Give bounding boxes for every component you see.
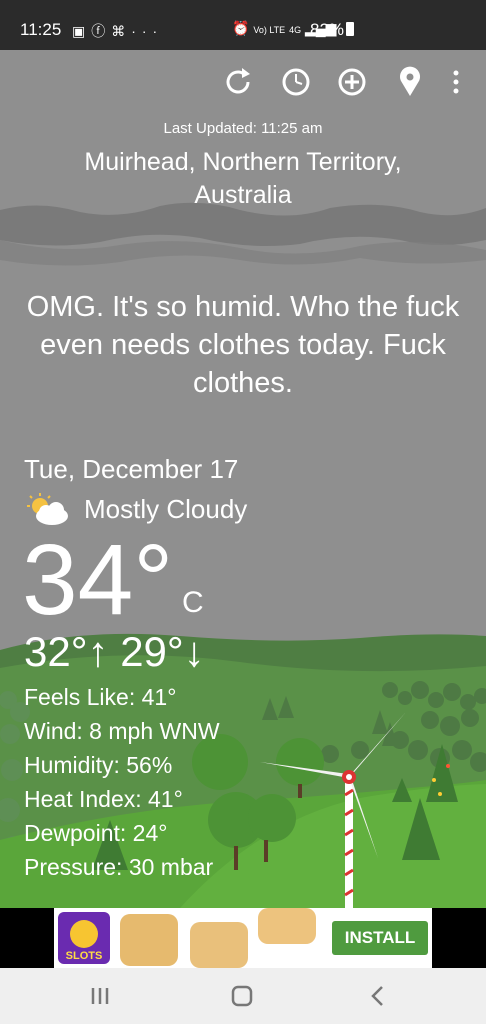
system-nav-bar xyxy=(0,968,486,1024)
last-updated: Last Updated: 11:25 am xyxy=(163,120,323,137)
dewpoint: Dewpoint: 24° xyxy=(24,820,168,846)
facebook-icon: ⓕ xyxy=(91,23,112,39)
ad-image-blur xyxy=(120,914,178,966)
arrow-up-icon: ↑ xyxy=(87,628,109,675)
arrow-down-icon: ↓ xyxy=(183,628,205,675)
ad-image-blur xyxy=(190,922,248,968)
pressure: Pressure: 30 mbar xyxy=(24,854,214,880)
current-temperature: 34° xyxy=(22,524,174,636)
status-time: 11:25 xyxy=(20,20,62,39)
history-icon[interactable] xyxy=(278,64,314,100)
4g-icon: 4G xyxy=(289,25,302,35)
battery-icon xyxy=(346,22,354,36)
high-low-row: 32°↑ 29°↓ xyxy=(24,628,205,676)
heat-index: Heat Index: 41° xyxy=(24,786,183,812)
condition-label: Mostly Cloudy xyxy=(84,494,248,524)
volte-icon: Vo) LTE xyxy=(253,25,286,35)
image-icon: ▣ xyxy=(72,23,92,39)
alarm-icon: ⏰ xyxy=(232,20,250,36)
more-icon: ··· xyxy=(131,23,164,39)
add-location-icon[interactable] xyxy=(334,64,370,100)
battery-percent: 82% xyxy=(310,20,345,39)
recent-apps-icon[interactable] xyxy=(80,982,120,1010)
ad-content[interactable]: SLOTS INSTALL xyxy=(54,908,432,968)
slots-label: SLOTS xyxy=(65,950,103,962)
weather-scene: Last Updated: 11:25 am Muirhead, Norther… xyxy=(0,50,486,908)
home-icon[interactable] xyxy=(222,982,262,1010)
status-bar: 11:25 ▣ⓕ⌘··· ⏰ Vo) LTE 4G ▂▄▆ 82% xyxy=(0,0,486,50)
slots-app-icon[interactable]: SLOTS xyxy=(58,912,110,964)
forecast-date: Tue, December 17 xyxy=(24,454,239,484)
install-button[interactable]: INSTALL xyxy=(332,921,428,955)
humidity: Humidity: 56% xyxy=(24,752,173,778)
high-temp: 32° xyxy=(24,628,88,675)
ad-banner: SLOTS INSTALL xyxy=(0,908,486,968)
partly-cloudy-icon xyxy=(27,493,68,525)
location-name[interactable]: Muirhead, Northern Territory, Australia xyxy=(40,146,446,212)
feels-like: Feels Like: 41° xyxy=(24,684,177,710)
low-temp: 29° xyxy=(120,628,184,675)
ad-image-blur xyxy=(258,908,316,944)
ticket-icon: ⌘ xyxy=(111,23,132,39)
weather-quip: OMG. It's so humid. Who the fuck even ne… xyxy=(26,291,460,399)
temperature-unit: C xyxy=(182,586,204,619)
toolbar xyxy=(220,64,486,100)
back-icon[interactable] xyxy=(358,982,398,1010)
status-notification-icons: ▣ⓕ⌘··· xyxy=(72,21,163,41)
location-pin-icon[interactable] xyxy=(392,64,428,100)
overflow-menu-icon[interactable] xyxy=(446,64,466,100)
weather-stats: Feels Like: 41° Wind: 8 mph WNW Humidity… xyxy=(24,680,220,884)
refresh-icon[interactable] xyxy=(220,64,256,100)
wind: Wind: 8 mph WNW xyxy=(24,718,220,744)
